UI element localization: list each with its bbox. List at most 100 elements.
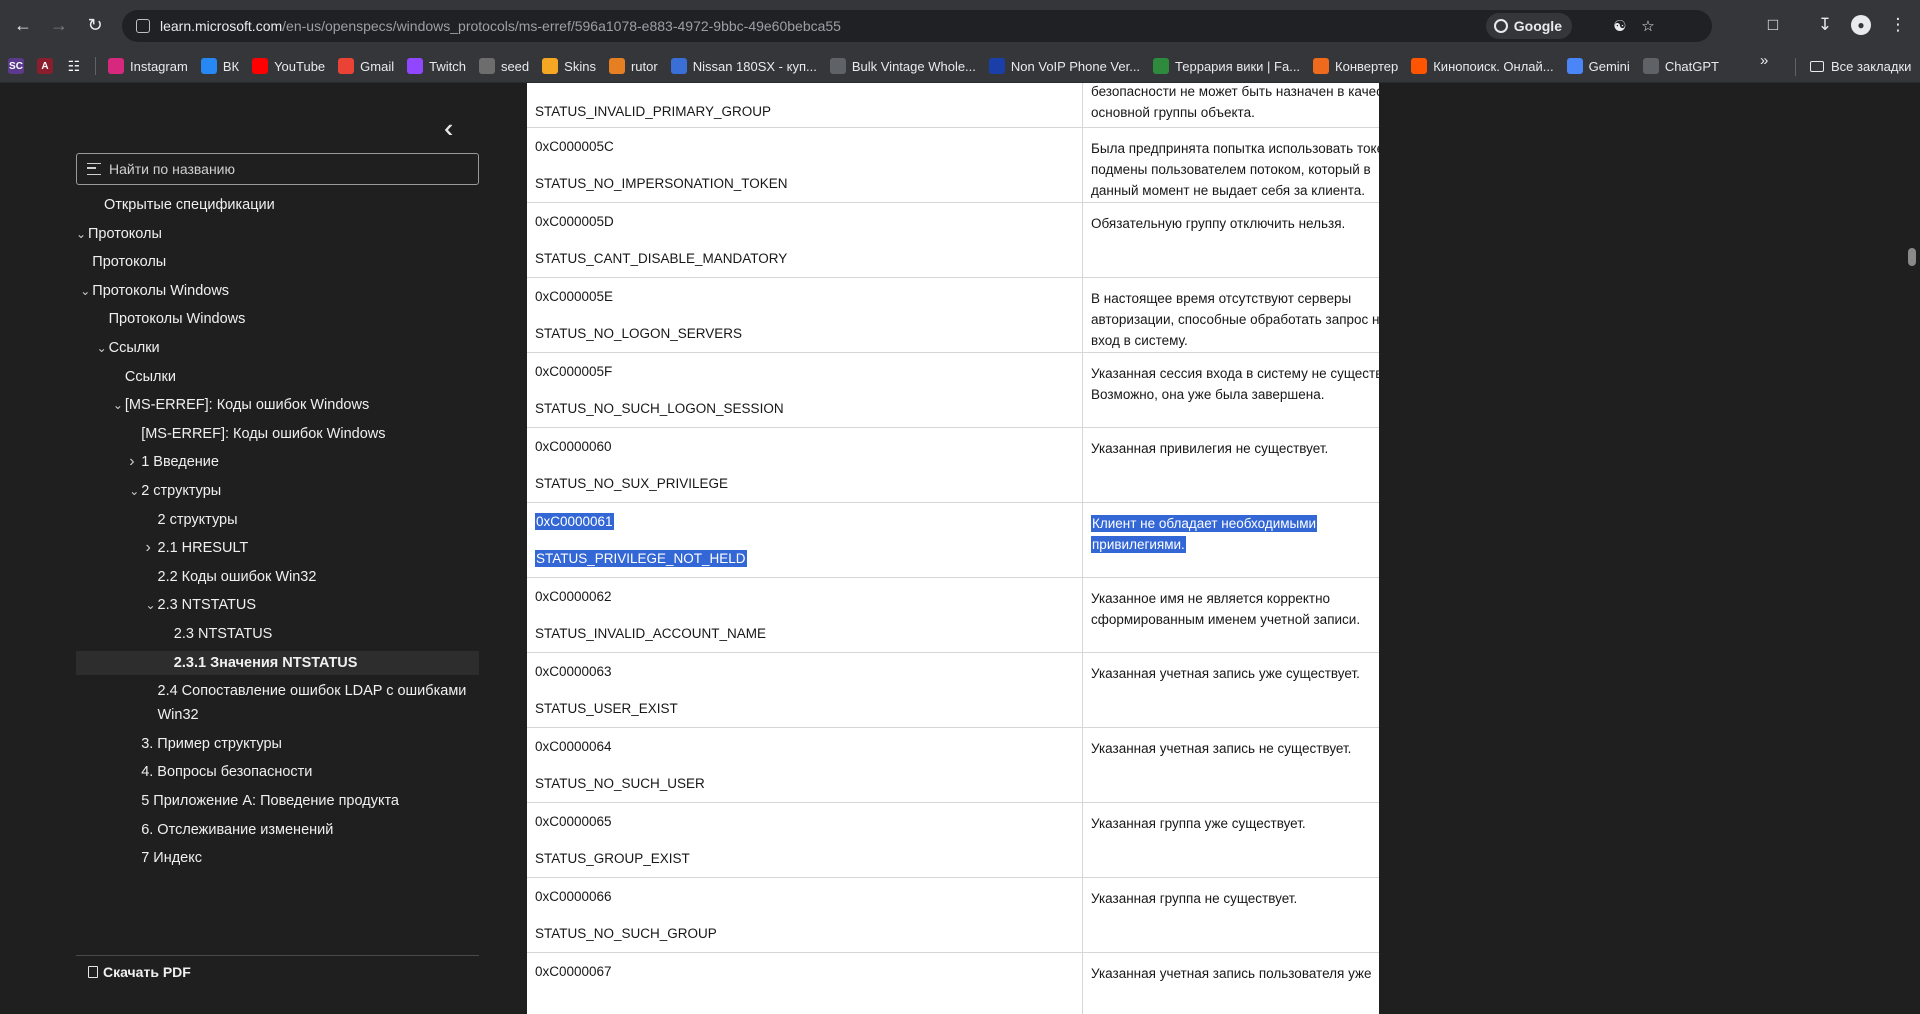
bookmark-item[interactable]: A	[37, 52, 53, 80]
toc-item[interactable]: 2.4 Сопоставление ошибок LDAP с ошибками…	[76, 679, 479, 727]
more-bookmarks-icon[interactable]: »	[1760, 52, 1768, 69]
toc-item[interactable]: 2 структуры	[76, 508, 479, 532]
chevron-down-icon[interactable]: ⌄	[76, 222, 88, 246]
bookmark-star-icon[interactable]: ☆	[1638, 16, 1658, 36]
toc-item[interactable]: ⌄ 2 структуры	[76, 479, 479, 503]
back-button[interactable]: ←	[8, 10, 38, 40]
description-line: данный момент не выдает себя за клиента.	[1091, 183, 1366, 198]
chevron-down-icon[interactable]: ⌄	[146, 593, 158, 617]
toc-item[interactable]: ⌄ Протоколы Windows	[76, 279, 479, 303]
chevron-down-icon[interactable]: ⌄	[97, 336, 109, 360]
toc-item[interactable]: ⌄ 2.3 NTSTATUS	[76, 593, 479, 617]
forward-button[interactable]: →	[44, 10, 74, 40]
toc-item[interactable]: Ссылки	[76, 365, 479, 389]
bookmark-item[interactable]: ВК	[200, 52, 239, 80]
toc-item[interactable]: 4. Вопросы безопасности	[76, 760, 479, 784]
bookmark-item[interactable]: Кинопоиск. Онлай...	[1411, 52, 1554, 80]
bookmark-item[interactable]: Nissan 180SX - куп...	[670, 52, 817, 80]
description-line: подмены пользователем потоком, который в	[1091, 162, 1371, 177]
toc-item-label: Протоколы	[92, 254, 167, 271]
terraria-icon	[1153, 58, 1170, 74]
table-cell-code: 0xC000005F STATUS_NO_SUCH_LOGON_SESSION	[527, 353, 1083, 427]
table-cell-code: 0xC000005E STATUS_NO_LOGON_SERVERS	[527, 278, 1083, 352]
bookmark-item[interactable]: SC	[8, 52, 24, 80]
toc-item[interactable]: › 1 Введение	[76, 450, 479, 474]
bookmark-item[interactable]: YouTube	[252, 52, 325, 80]
table-cell-code: 0xC0000066 STATUS_NO_SUCH_GROUP	[527, 878, 1083, 952]
all-bookmarks-button[interactable]: Все закладки	[1810, 50, 1911, 83]
table-row: 0xC0000065 STATUS_GROUP_EXIST Указанная гр…	[527, 803, 1379, 878]
profile-avatar[interactable]: ●	[1851, 15, 1871, 35]
status-name: STATUS_USER_EXIST	[535, 701, 678, 716]
toc-item[interactable]: 5 Приложение A: Поведение продукта	[76, 789, 479, 813]
bookmark-item[interactable]: rutor	[608, 52, 658, 80]
scrollbar[interactable]	[1904, 83, 1920, 1014]
toc-item[interactable]: 6. Отслеживание изменений	[76, 818, 479, 842]
status-name: STATUS_NO_SUCH_GROUP	[535, 926, 717, 941]
download-pdf-button[interactable]: Скачать PDF	[76, 955, 479, 980]
toc-item[interactable]: ⌄ Протоколы	[76, 222, 479, 246]
chevron-right-icon[interactable]: ›	[146, 536, 158, 560]
toc-item[interactable]: 2.2 Коды ошибок Win32	[76, 565, 479, 589]
bookmark-item[interactable]: seed	[478, 52, 529, 80]
chevron-down-icon[interactable]: ⌄	[80, 279, 92, 303]
menu-icon[interactable]: ⋮	[1885, 12, 1911, 38]
toc-item[interactable]: 2.3 NTSTATUS	[76, 622, 479, 646]
toc-item[interactable]: Открытые спецификации	[76, 193, 479, 217]
chevron-down-icon[interactable]: ⌄	[129, 479, 141, 503]
scrollbar-thumb[interactable]	[1908, 248, 1916, 266]
toc-filter[interactable]	[76, 153, 479, 185]
bookmark-item[interactable]: Gmail	[338, 52, 394, 80]
ntstatus-table: 0xC000005BSTATUS_INVALID_PRIMARY_GROUPУк…	[527, 83, 1379, 1014]
toc-item[interactable]: [MS-ERREF]: Коды ошибок Windows	[76, 422, 479, 446]
site-info-icon[interactable]	[136, 19, 150, 33]
toc-item-label: 2.3.1 Значения NTSTATUS	[173, 654, 358, 671]
bookmark-item[interactable]: Gemini	[1566, 52, 1630, 80]
bookmark-item[interactable]: Конвертер	[1313, 52, 1398, 80]
status-code-text: 0xC0000066	[535, 889, 612, 904]
table-cell-code: 0xC0000063 STATUS_USER_EXIST	[527, 653, 1083, 727]
bookmark-label: Кинопоиск. Онлай...	[1433, 58, 1554, 74]
reload-button[interactable]: ↻	[80, 10, 110, 40]
toc-item[interactable]: Протоколы	[76, 250, 479, 274]
bookmark-item[interactable]: Bulk Vintage Whole...	[829, 52, 976, 80]
toc-item[interactable]: 2.3.1 Значения NTSTATUS	[76, 650, 479, 675]
bookmark-item[interactable]: Twitch	[407, 52, 466, 80]
address-bar[interactable]: learn.microsoft.com/en-us/openspecs/wind…	[122, 10, 1712, 42]
search-engine-chip[interactable]: Google	[1485, 13, 1572, 39]
bookmark-item[interactable]: Non VoIP Phone Ver...	[988, 52, 1140, 80]
bookmark-item[interactable]: ChatGPT	[1642, 52, 1719, 80]
download-icon[interactable]: ↧	[1812, 12, 1838, 38]
toc-item-label: Протоколы Windows	[108, 311, 246, 328]
status-code-text: 0xC0000062	[535, 589, 612, 604]
collapse-sidebar-icon[interactable]: ‹‹	[444, 113, 456, 144]
bookmark-item[interactable]: ☷	[66, 52, 82, 80]
toc-item[interactable]: 3. Пример структуры	[76, 732, 479, 756]
chevron-right-icon[interactable]: ›	[129, 450, 141, 474]
bookmark-item[interactable]: Террария вики | Fa...	[1153, 52, 1300, 80]
toc-item[interactable]: ⌄ Ссылки	[76, 336, 479, 360]
table-cell-description: В настоящее время отсутствуют серверы авт…	[1083, 278, 1379, 352]
toc-filter-input[interactable]	[109, 161, 469, 177]
status-name-text: STATUS_INVALID_PRIMARY_GROUP	[535, 104, 772, 119]
toc-item[interactable]: 7 Индекс	[76, 846, 479, 870]
status-name: STATUS_INVALID_PRIMARY_GROUP	[535, 104, 771, 119]
chevron-down-icon[interactable]: ⌄	[113, 393, 125, 417]
bookmark-item[interactable]: Instagram	[108, 52, 188, 80]
table-cell-description: Указанная привилегия не существует.	[1083, 428, 1379, 502]
translate-icon[interactable]: ☯	[1610, 16, 1630, 36]
status-code-text: 0xC0000063	[535, 664, 612, 679]
toc-item-label: 5 Приложение A: Поведение продукта	[141, 793, 400, 809]
toc-item-label: 2 структуры	[141, 483, 222, 499]
table-row: 0xC000005F STATUS_NO_SUCH_LOGON_SESSION Ук…	[527, 353, 1379, 428]
status-description: Указанная группа уже существует.	[1091, 813, 1379, 834]
toc-item[interactable]: ⌄ [MS-ERREF]: Коды ошибок Windows	[76, 393, 479, 417]
toc-item[interactable]: Протоколы Windows	[76, 307, 479, 331]
toc-item[interactable]: › 2.1 HRESULT	[76, 536, 479, 560]
gmail-icon	[338, 58, 355, 74]
extensions-icon[interactable]: □	[1760, 12, 1786, 38]
bookmark-item[interactable]: Skins	[542, 52, 596, 80]
url-text[interactable]: learn.microsoft.com/en-us/openspecs/wind…	[160, 18, 841, 34]
status-name-text: STATUS_NO_LOGON_SERVERS	[535, 326, 743, 341]
chatgpt-icon	[1642, 58, 1659, 74]
